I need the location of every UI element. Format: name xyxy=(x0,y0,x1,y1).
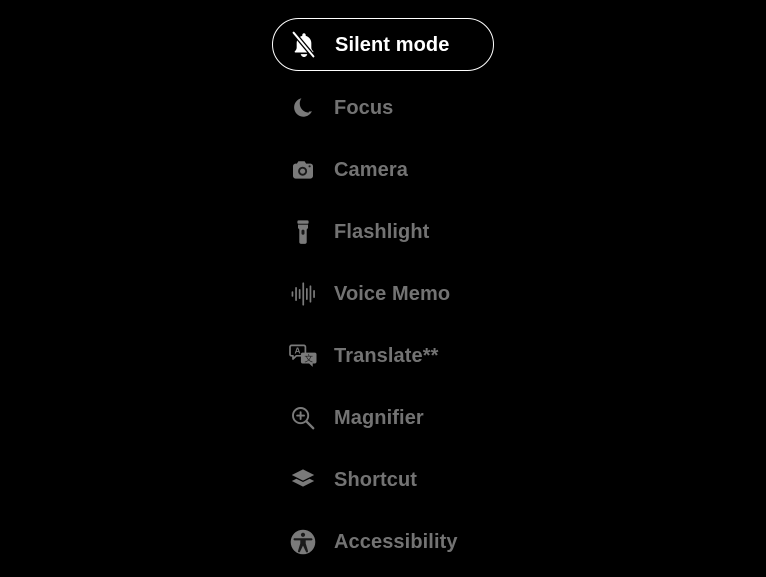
accessibility-icon xyxy=(272,525,334,559)
menu-item-label: Magnifier xyxy=(334,407,424,429)
menu-item-flashlight[interactable]: Flashlight xyxy=(272,207,672,257)
menu-item-label: Shortcut xyxy=(334,469,418,491)
waveform-icon xyxy=(272,277,334,311)
menu-item-magnifier[interactable]: Magnifier xyxy=(272,393,672,443)
bell-slash-icon xyxy=(273,28,335,62)
svg-text:A: A xyxy=(294,346,300,356)
action-button-menu-screen: Silent mode Focus Camera Flashlight Voic… xyxy=(0,0,766,577)
menu-item-voice-memo[interactable]: Voice Memo xyxy=(272,269,672,319)
layers-icon xyxy=(272,463,334,497)
menu-item-shortcut[interactable]: Shortcut xyxy=(272,455,672,505)
menu-item-label: Voice Memo xyxy=(334,283,451,305)
menu-item-label: Translate** xyxy=(334,345,439,367)
translate-icon: A 文 xyxy=(272,339,334,373)
svg-text:文: 文 xyxy=(304,352,313,364)
menu-item-label: Camera xyxy=(334,159,408,181)
moon-icon xyxy=(272,91,334,125)
camera-icon xyxy=(272,153,334,187)
flashlight-icon xyxy=(272,215,334,249)
menu-item-translate[interactable]: A 文 Translate** xyxy=(272,331,672,381)
menu-item-label: Flashlight xyxy=(334,221,430,243)
menu-item-label: Accessibility xyxy=(334,531,458,553)
menu-item-label: Focus xyxy=(334,97,394,119)
menu-item-label: Silent mode xyxy=(335,33,450,56)
menu-item-camera[interactable]: Camera xyxy=(272,145,672,195)
menu-item-accessibility[interactable]: Accessibility xyxy=(272,517,672,567)
magnifier-icon xyxy=(272,401,334,435)
menu-item-silent-mode[interactable]: Silent mode xyxy=(272,18,494,71)
menu-item-focus[interactable]: Focus xyxy=(272,83,672,133)
